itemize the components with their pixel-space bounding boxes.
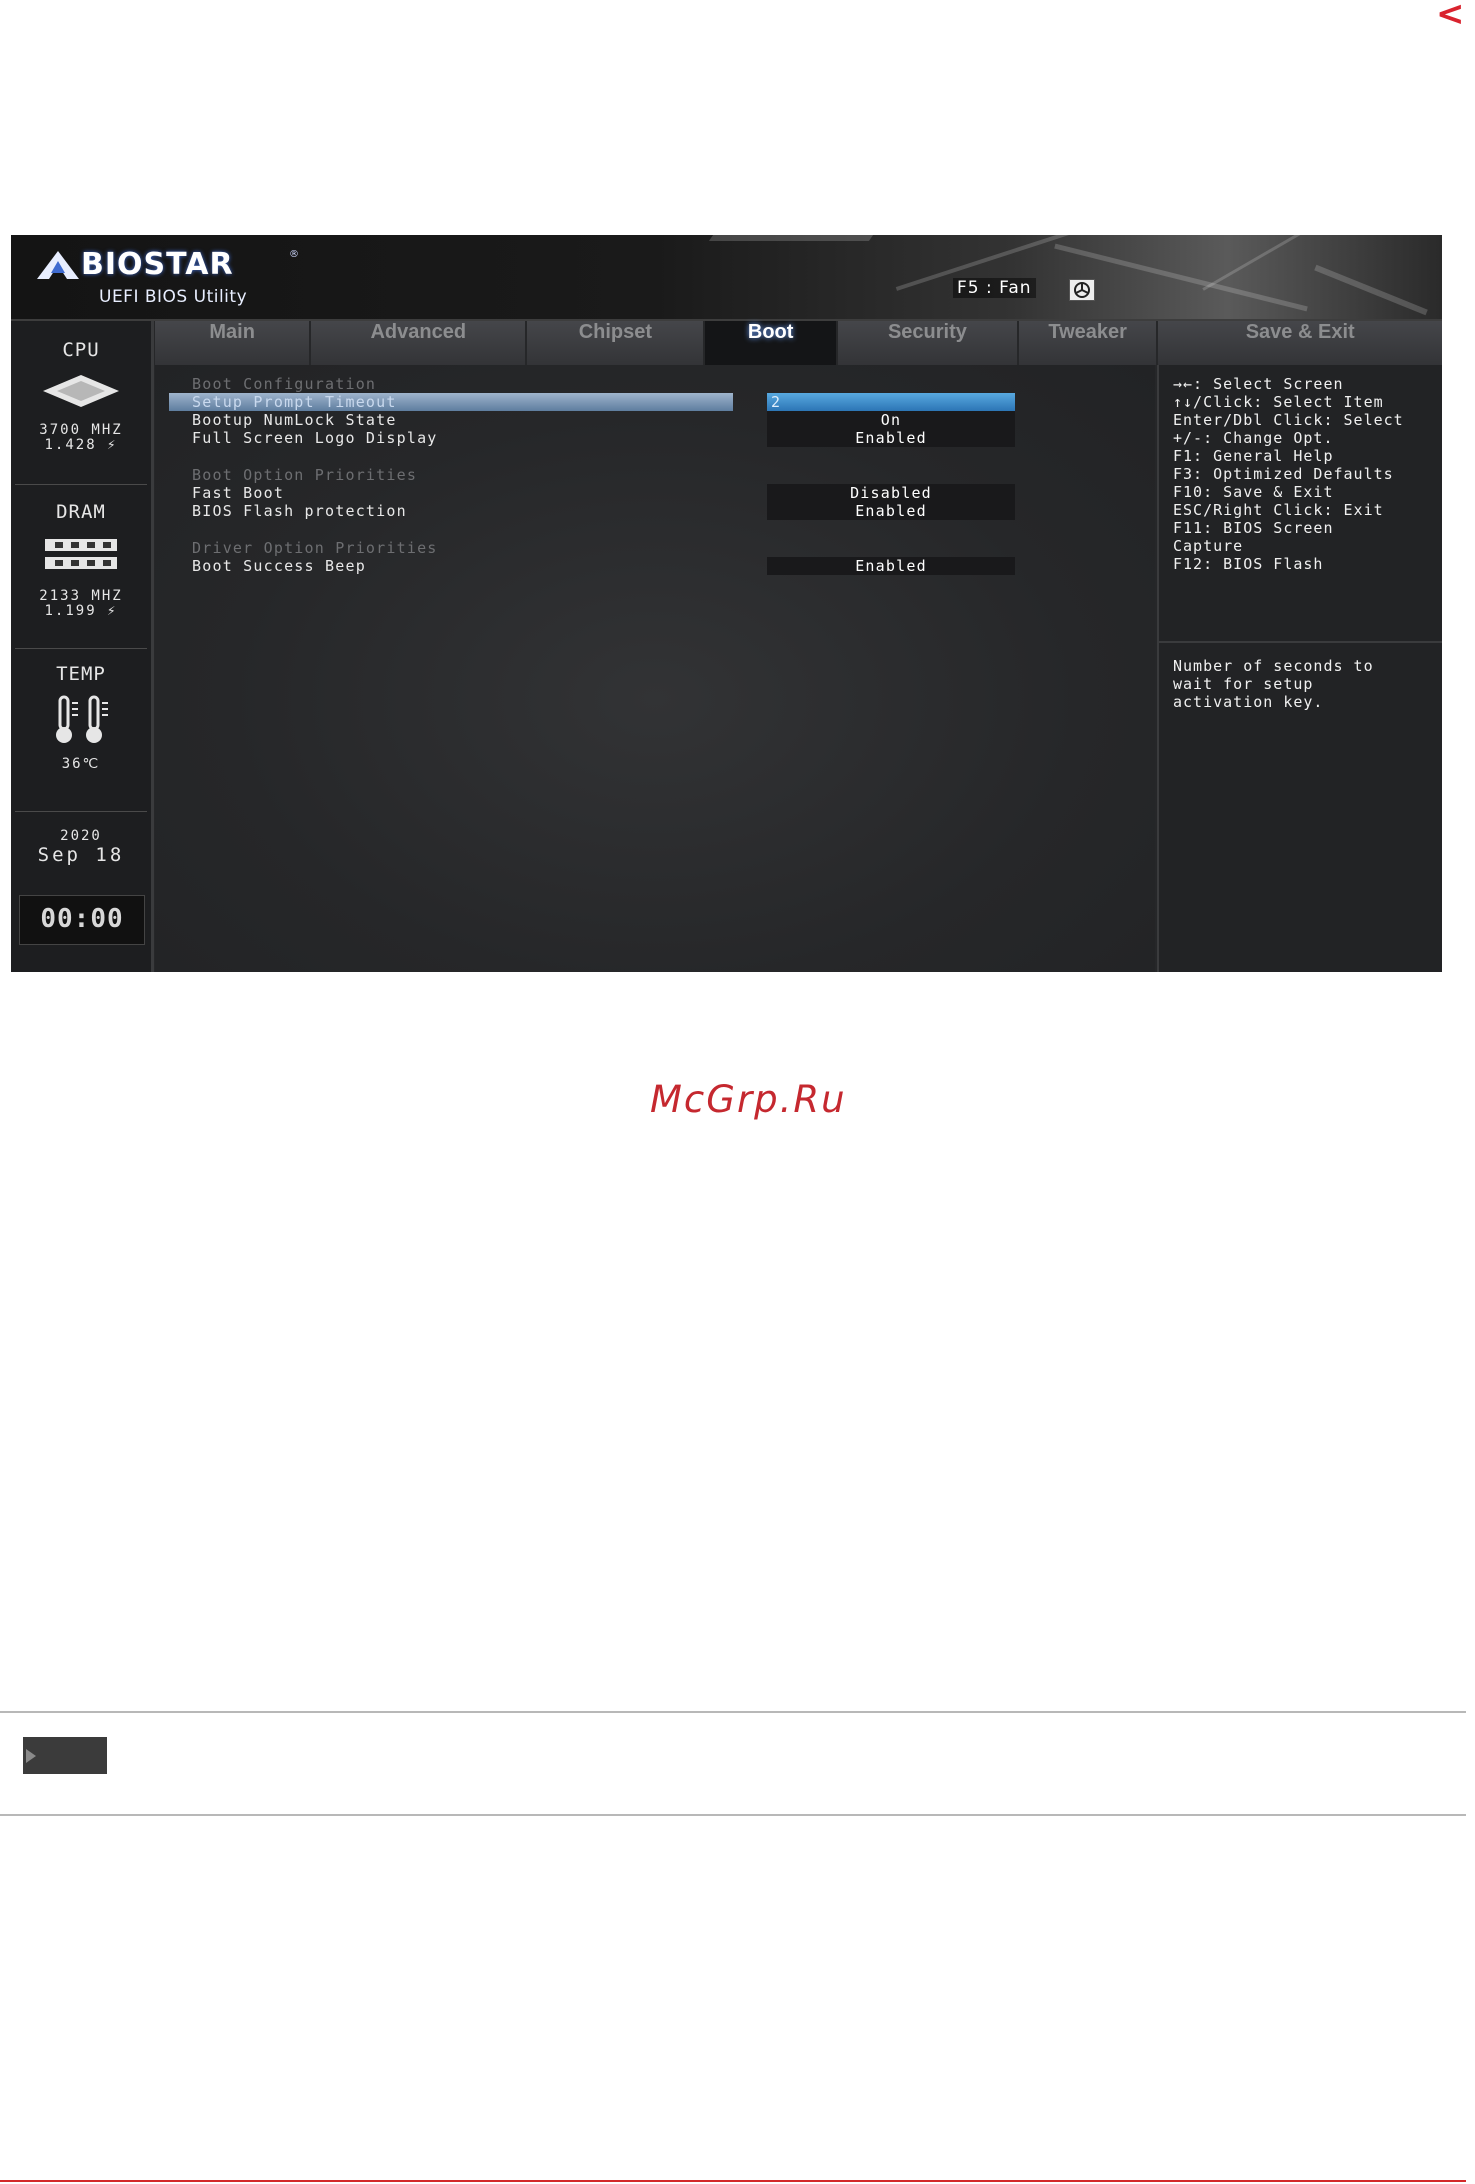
setting-bios-flash-protection[interactable]: BIOS Flash protection Enabled <box>155 502 1155 520</box>
footer-line <box>0 2180 1466 2182</box>
memory-module-icon <box>45 539 117 569</box>
help-key-line: →←: Select Screen <box>1173 375 1344 393</box>
divider <box>15 648 147 649</box>
help-key-line: ESC/Right Click: Exit <box>1173 501 1384 519</box>
biostar-logo: BIOSTAR ® UEFI BIOS Utility <box>37 247 299 309</box>
boot-success-beep-value[interactable]: Enabled <box>767 557 1015 575</box>
section-driver-option-priorities: Driver Option Priorities <box>155 539 1155 557</box>
temp-title: TEMP <box>56 663 106 685</box>
divider-line <box>0 1711 1466 1713</box>
status-sidebar: CPU 3700 MHZ 1.428 ⚡ DRAM 2133 MHZ 1.199… <box>11 321 154 972</box>
tab-boot[interactable]: Boot <box>705 321 838 365</box>
brand-name: BIOSTAR <box>81 247 234 282</box>
section-boot-option-priorities: Boot Option Priorities <box>155 466 1155 484</box>
help-panel: →←: Select Screen ↑↓/Click: Select Item … <box>1157 365 1442 972</box>
help-key-line: ↑↓/Click: Select Item <box>1173 393 1384 411</box>
setup-prompt-timeout-input[interactable]: 2 <box>767 393 1015 411</box>
cpu-voltage: 1.428 ⚡ <box>44 437 118 453</box>
help-key-line: +/-: Change Opt. <box>1173 429 1334 447</box>
setting-label: Setup Prompt Timeout <box>192 393 397 411</box>
bios-header: BIOSTAR ® UEFI BIOS Utility F5 : Fan <box>11 235 1442 321</box>
bios-screenshot: BIOSTAR ® UEFI BIOS Utility F5 : Fan CPU… <box>11 235 1442 972</box>
tab-chipset[interactable]: Chipset <box>527 321 706 365</box>
help-key-line: F10: Save & Exit <box>1173 483 1334 501</box>
registered-mark: ® <box>289 249 299 260</box>
help-key-line: F1: General Help <box>1173 447 1334 465</box>
logo-display-value[interactable]: Enabled <box>767 429 1015 447</box>
divider <box>15 811 147 812</box>
date-status: 2020 Sep 18 <box>11 828 151 867</box>
setting-label: Full Screen Logo Display <box>192 429 438 447</box>
help-divider <box>1159 641 1442 643</box>
header-decoration <box>1314 264 1428 316</box>
dram-status: DRAM 2133 MHZ 1.199 ⚡ <box>11 501 151 619</box>
bios-subtitle: UEFI BIOS Utility <box>99 287 248 307</box>
setting-label: Boot Success Beep <box>192 557 366 575</box>
dram-frequency: 2133 MHZ <box>39 588 123 604</box>
thermometer-icon <box>56 695 108 743</box>
help-key-line: F3: Optimized Defaults <box>1173 465 1394 483</box>
temperature-status: TEMP 36℃ <box>11 663 151 772</box>
setting-bootup-numlock-state[interactable]: Bootup NumLock State On <box>155 411 1155 429</box>
tab-save-exit[interactable]: Save & Exit <box>1158 321 1442 365</box>
help-key-line: Capture <box>1173 537 1244 555</box>
tab-advanced[interactable]: Advanced <box>311 321 528 365</box>
section-label: Driver Option Priorities <box>192 539 438 557</box>
setting-boot-success-beep[interactable]: Boot Success Beep Enabled <box>155 557 1155 575</box>
cpu-title: CPU <box>62 339 100 361</box>
setting-label: BIOS Flash protection <box>192 502 407 520</box>
menu-tabs: Main Advanced Chipset Boot Security Twea… <box>155 321 1442 365</box>
date-day: Sep 18 <box>37 844 125 866</box>
setting-label: Bootup NumLock State <box>192 411 397 429</box>
fast-boot-value[interactable]: Disabled <box>767 484 1015 502</box>
help-description-line: activation key. <box>1173 693 1324 711</box>
tab-tweaker[interactable]: Tweaker <box>1019 321 1159 365</box>
help-key-line: F11: BIOS Screen <box>1173 519 1334 537</box>
tab-security[interactable]: Security <box>837 321 1019 365</box>
cpu-chip-icon <box>43 375 119 407</box>
watermark: McGrp.Ru <box>650 1078 847 1121</box>
date-year: 2020 <box>60 828 102 844</box>
system-clock: 00:00 <box>19 895 145 945</box>
header-decoration <box>708 235 874 241</box>
help-key-line: F12: BIOS Flash <box>1173 555 1324 573</box>
help-description-line: Number of seconds to <box>1173 657 1374 675</box>
bios-flash-protection-value[interactable]: Enabled <box>767 502 1015 520</box>
back-arrow-icon[interactable]: < <box>1436 0 1465 34</box>
help-description-line: wait for setup <box>1173 675 1314 693</box>
boot-settings-list: Boot Configuration Setup Prompt Timeout … <box>155 365 1155 972</box>
section-label: Boot Configuration <box>192 375 377 393</box>
setting-setup-prompt-timeout[interactable]: Setup Prompt Timeout 2 <box>155 393 1155 411</box>
divider-line <box>0 1814 1466 1816</box>
fan-hotkey-hint[interactable]: F5 : Fan <box>953 278 1036 298</box>
setting-full-screen-logo-display[interactable]: Full Screen Logo Display Enabled <box>155 429 1155 447</box>
setting-fast-boot[interactable]: Fast Boot Disabled <box>155 484 1155 502</box>
divider <box>15 484 147 485</box>
play-arrow-icon <box>26 1749 36 1763</box>
header-decoration <box>1202 235 1360 291</box>
temperature-value: 36℃ <box>61 756 101 772</box>
biostar-logo-icon <box>37 251 79 279</box>
tab-main[interactable]: Main <box>155 321 312 365</box>
dram-title: DRAM <box>56 501 106 523</box>
dram-voltage: 1.199 ⚡ <box>44 603 118 619</box>
section-label: Boot Option Priorities <box>192 466 418 484</box>
setting-label: Fast Boot <box>192 484 285 502</box>
cpu-frequency: 3700 MHZ <box>39 422 123 438</box>
cpu-status: CPU 3700 MHZ 1.428 ⚡ <box>11 339 151 453</box>
header-decoration <box>1054 243 1308 312</box>
section-boot-configuration: Boot Configuration <box>155 375 1155 393</box>
numlock-state-value[interactable]: On <box>767 411 1015 429</box>
fan-icon[interactable] <box>1069 279 1095 301</box>
help-key-line: Enter/Dbl Click: Select <box>1173 411 1404 429</box>
note-tag <box>23 1737 107 1774</box>
